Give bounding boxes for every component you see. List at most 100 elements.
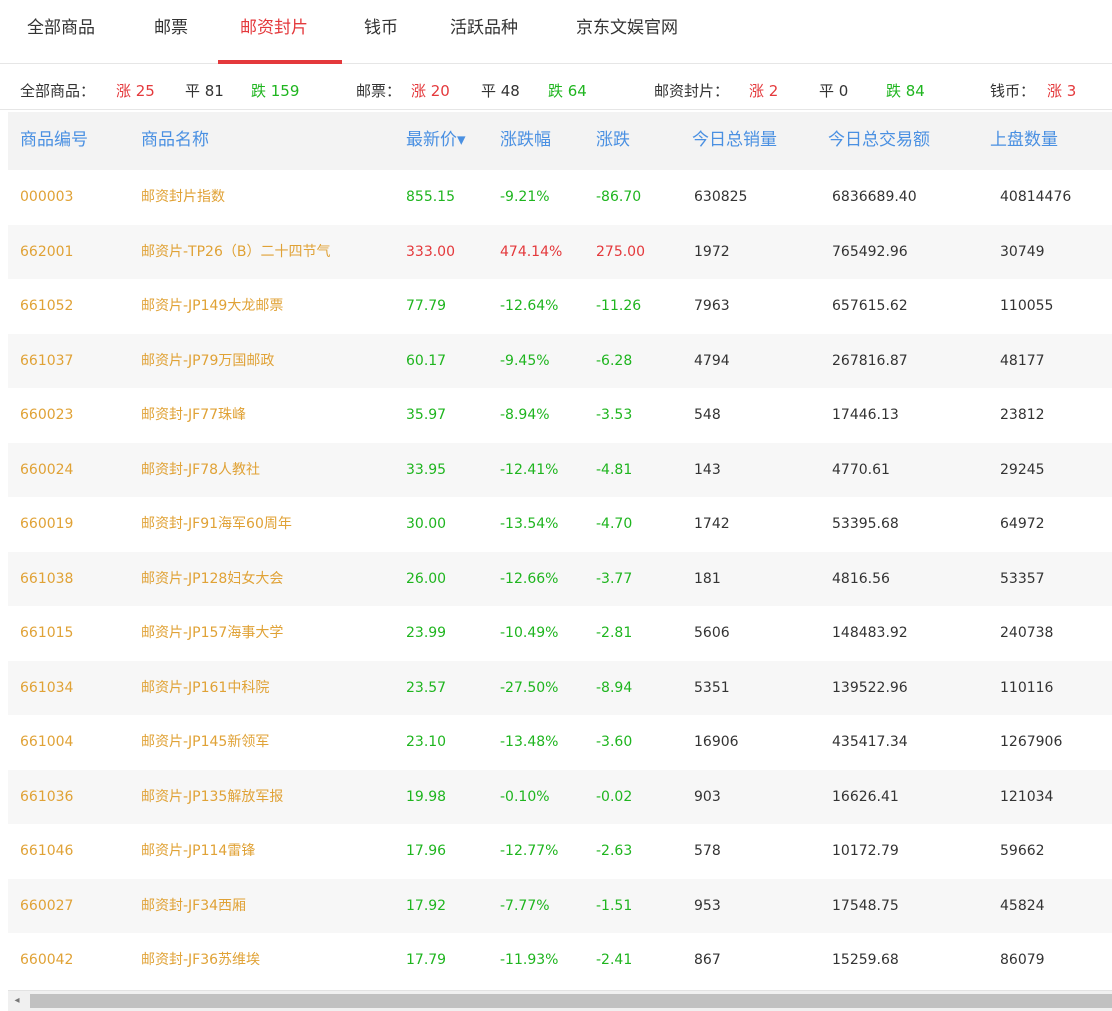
cell-change: -8.94 xyxy=(596,679,633,696)
cell-name[interactable]: 邮资片-TP26（B）二十四节气 xyxy=(141,225,330,279)
cell-code[interactable]: 660024 xyxy=(20,443,73,497)
summary-all-flat: 平 81 xyxy=(185,82,224,100)
cell-code[interactable]: 662001 xyxy=(20,225,73,279)
table-row[interactable]: 661034 邮资片-JP161中科院 23.57 -27.50% -8.94 5351 1… xyxy=(8,660,1112,715)
cell-listed: 86079 xyxy=(1000,952,1045,968)
cell-name[interactable]: 邮资封-JF36苏维埃 xyxy=(141,933,260,987)
cell-name[interactable]: 邮资片-JP149大龙邮票 xyxy=(141,279,283,333)
cell-amount: 17548.75 xyxy=(832,897,899,914)
cell-volume: 953 xyxy=(694,897,721,914)
col-header-change-pct[interactable]: 涨跌幅 xyxy=(500,112,551,168)
cell-price: 23.10 xyxy=(406,734,447,750)
tab-stamps[interactable]: 邮票 xyxy=(154,0,188,64)
cell-name[interactable]: 邮资片-JP128妇女大会 xyxy=(141,552,283,606)
cell-code[interactable]: 660023 xyxy=(20,388,73,442)
summary-cover-flat: 平 0 xyxy=(819,82,849,100)
cell-name[interactable]: 邮资片-JP145新领军 xyxy=(141,715,269,769)
cell-name[interactable]: 邮资封片指数 xyxy=(141,170,225,224)
scrollbar-thumb[interactable] xyxy=(30,994,1112,1008)
cell-code[interactable]: 661038 xyxy=(20,552,73,606)
table-row[interactable]: 661036 邮资片-JP135解放军报 19.98 -0.10% -0.02 903 16… xyxy=(8,769,1112,824)
cell-name[interactable]: 邮资片-JP79万国邮政 xyxy=(141,334,274,388)
cell-name[interactable]: 邮资片-JP114雷锋 xyxy=(141,824,255,878)
cell-code[interactable]: 660019 xyxy=(20,497,73,551)
cell-code[interactable]: 661052 xyxy=(20,279,73,333)
table-row[interactable]: 662001 邮资片-TP26（B）二十四节气 333.00 474.14% 275.0… xyxy=(8,224,1112,279)
cell-volume: 143 xyxy=(694,461,721,478)
cell-price: 35.97 xyxy=(406,407,447,423)
tab-all-goods[interactable]: 全部商品 xyxy=(27,0,95,64)
tab-coins[interactable]: 钱币 xyxy=(364,0,398,64)
table-row[interactable]: 661038 邮资片-JP128妇女大会 26.00 -12.66% -3.77 181 4… xyxy=(8,551,1112,606)
tab-postal-covers[interactable]: 邮资封片 xyxy=(240,0,308,64)
cell-name[interactable]: 邮资片-JP157海事大学 xyxy=(141,606,283,660)
tab-active-varieties[interactable]: 活跃品种 xyxy=(450,0,518,64)
col-header-code[interactable]: 商品编号 xyxy=(20,112,88,168)
cell-amount: 139522.96 xyxy=(832,679,908,696)
cell-change: -4.70 xyxy=(596,516,633,532)
cell-change: -3.53 xyxy=(596,407,633,423)
cell-price: 19.98 xyxy=(406,788,447,805)
cell-code[interactable]: 660027 xyxy=(20,879,73,933)
cell-change: -3.60 xyxy=(596,734,633,750)
table-row[interactable]: 660019 邮资封-JF91海军60周年 30.00 -13.54% -4.70 174… xyxy=(8,497,1112,552)
table-row[interactable]: 661052 邮资片-JP149大龙邮票 77.79 -12.64% -11.26 796… xyxy=(8,279,1112,334)
summary-cover-label: 邮资封片： xyxy=(654,82,730,100)
table-row[interactable]: 660024 邮资封-JF78人教社 33.95 -12.41% -4.81 143 477… xyxy=(8,442,1112,497)
cell-name[interactable]: 邮资片-JP161中科院 xyxy=(141,661,269,715)
cell-code[interactable]: 660042 xyxy=(20,933,73,987)
cell-listed: 40814476 xyxy=(1000,189,1072,205)
cell-listed: 48177 xyxy=(1000,352,1045,369)
cell-amount: 6836689.40 xyxy=(832,189,917,205)
cell-amount: 17446.13 xyxy=(832,407,899,423)
cell-price: 23.57 xyxy=(406,679,447,696)
cell-price: 17.96 xyxy=(406,843,447,859)
col-header-change[interactable]: 涨跌 xyxy=(596,112,630,168)
market-summary-bar: 全部商品： 涨 25 平 81 跌 159 邮票： 涨 20 平 48 跌 64… xyxy=(0,64,1112,110)
col-header-volume[interactable]: 今日总销量 xyxy=(692,112,777,168)
table-row[interactable]: 661046 邮资片-JP114雷锋 17.96 -12.77% -2.63 578 101… xyxy=(8,824,1112,879)
tab-jd-official-site[interactable]: 京东文娱官网 xyxy=(576,0,678,64)
cell-change-pct: -11.93% xyxy=(500,952,559,968)
cell-change-pct: -12.77% xyxy=(500,843,559,859)
cell-code[interactable]: 661015 xyxy=(20,606,73,660)
cell-code[interactable]: 661004 xyxy=(20,715,73,769)
cell-volume: 4794 xyxy=(694,352,730,369)
cell-name[interactable]: 邮资封-JF34西厢 xyxy=(141,879,246,933)
col-header-amount[interactable]: 今日总交易额 xyxy=(828,112,930,168)
cell-code[interactable]: 661034 xyxy=(20,661,73,715)
cell-name[interactable]: 邮资片-JP135解放军报 xyxy=(141,770,283,824)
cell-change-pct: -9.45% xyxy=(500,352,550,369)
category-tabs: 全部商品 邮票 邮资封片 钱币 活跃品种 京东文娱官网 xyxy=(0,0,1112,64)
col-header-name[interactable]: 商品名称 xyxy=(141,112,209,168)
cell-code[interactable]: 661037 xyxy=(20,334,73,388)
cell-volume: 1742 xyxy=(694,516,730,532)
cell-name[interactable]: 邮资封-JF77珠峰 xyxy=(141,388,246,442)
cell-price: 77.79 xyxy=(406,298,447,314)
cell-change-pct: -10.49% xyxy=(500,625,559,641)
cell-code[interactable]: 661046 xyxy=(20,824,73,878)
horizontal-scrollbar[interactable]: ◂ xyxy=(8,990,1112,1011)
cell-price: 26.00 xyxy=(406,570,447,587)
table-row[interactable]: 661004 邮资片-JP145新领军 23.10 -13.48% -3.60 16906… xyxy=(8,715,1112,770)
scroll-left-arrow-icon[interactable]: ◂ xyxy=(8,991,26,1011)
cell-name[interactable]: 邮资封-JF91海军60周年 xyxy=(141,497,292,551)
table-row[interactable]: 660042 邮资封-JF36苏维埃 17.79 -11.93% -2.41 867 152… xyxy=(8,933,1112,988)
cell-code[interactable]: 000003 xyxy=(20,170,73,224)
cell-listed: 110116 xyxy=(1000,679,1054,696)
table-row[interactable]: 660023 邮资封-JF77珠峰 35.97 -8.94% -3.53 548 17446… xyxy=(8,388,1112,443)
table-row[interactable]: 661015 邮资片-JP157海事大学 23.99 -10.49% -2.81 5606… xyxy=(8,606,1112,661)
cell-listed: 1267906 xyxy=(1000,734,1063,750)
table-row[interactable]: 660027 邮资封-JF34西厢 17.92 -7.77% -1.51 953 17548… xyxy=(8,878,1112,933)
cell-change: -6.28 xyxy=(596,352,633,369)
cell-amount: 4770.61 xyxy=(832,461,890,478)
cell-change: -2.63 xyxy=(596,843,633,859)
col-header-listed[interactable]: 上盘数量 xyxy=(990,112,1058,168)
cell-change-pct: -9.21% xyxy=(500,189,550,205)
col-header-price[interactable]: 最新价▾ xyxy=(406,112,466,168)
cell-name[interactable]: 邮资封-JF78人教社 xyxy=(141,443,260,497)
summary-stamp-down: 跌 64 xyxy=(548,82,587,100)
cell-code[interactable]: 661036 xyxy=(20,770,73,824)
table-row[interactable]: 661037 邮资片-JP79万国邮政 60.17 -9.45% -6.28 4794 26… xyxy=(8,333,1112,388)
table-row[interactable]: 000003 邮资封片指数 855.15 -9.21% -86.70 630825 6836… xyxy=(8,170,1112,225)
